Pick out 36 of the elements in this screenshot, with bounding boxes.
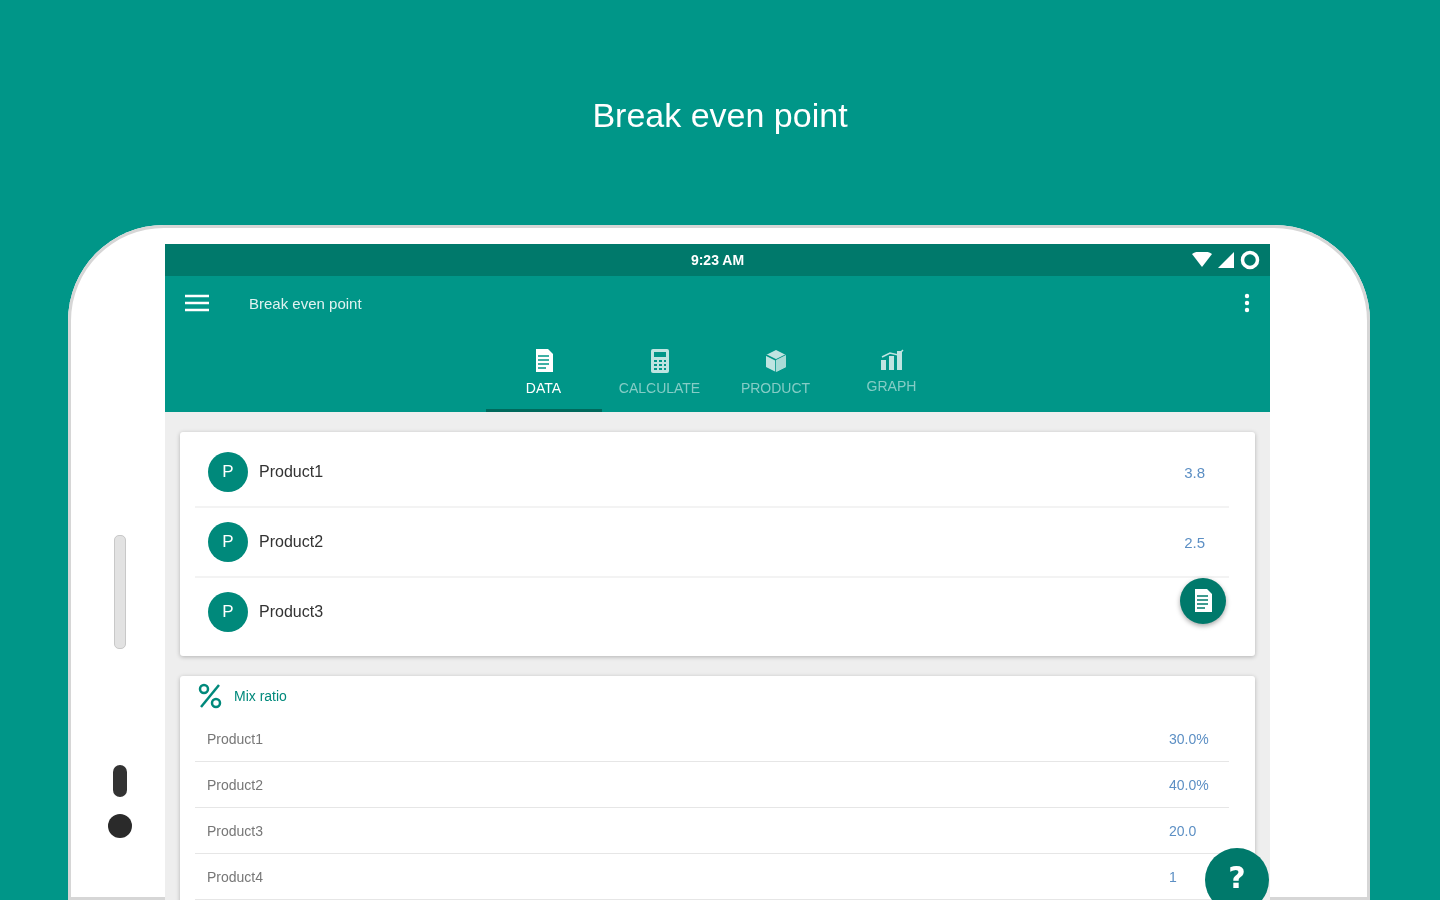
page-headline: Break even point <box>592 95 848 135</box>
mix-percentage: 1 <box>1169 868 1178 885</box>
tab[interactable]: GRAPH <box>833 334 950 412</box>
mix-product-name: Product1 <box>206 730 265 747</box>
mix-product-name: Product2 <box>206 776 265 793</box>
product-value: 3.8 <box>1184 463 1205 481</box>
help-button[interactable]: ? <box>1205 848 1269 900</box>
menu-icon[interactable] <box>185 294 209 312</box>
mix-percentage: 40.0% <box>1169 776 1210 793</box>
avatar: P <box>208 592 248 632</box>
mix-percentage: 30.0% <box>1169 730 1210 747</box>
product-name: Product2 <box>259 533 325 551</box>
document-icon <box>1192 588 1214 614</box>
calculator-icon <box>649 348 670 374</box>
product-name: Product3 <box>259 603 325 621</box>
percent-icon <box>198 683 222 709</box>
mix-percentage: 20.0 <box>1169 822 1198 839</box>
more-options-icon[interactable] <box>1244 293 1250 313</box>
signal-icon <box>1218 252 1234 268</box>
product-name: Product1 <box>259 463 325 481</box>
mix-product-name: Product3 <box>206 822 265 839</box>
ring-icon <box>1240 250 1260 270</box>
app-title: Break even point <box>249 294 363 312</box>
tab[interactable]: PRODUCT <box>717 334 834 412</box>
tab[interactable]: DATA <box>485 334 602 412</box>
avatar: P <box>208 522 248 562</box>
product-value: 2.5 <box>1184 533 1205 551</box>
avatar: P <box>208 452 248 492</box>
status-time: 9:23 AM <box>690 252 745 268</box>
sensor-icon <box>113 765 127 797</box>
wifi-icon <box>1192 252 1212 268</box>
section-title: Mix ratio <box>234 688 287 704</box>
mix-product-name: Product4 <box>206 868 265 885</box>
tab[interactable]: CALCULATE <box>601 334 718 412</box>
camera-icon <box>108 814 132 838</box>
bar-chart-icon <box>878 348 905 372</box>
